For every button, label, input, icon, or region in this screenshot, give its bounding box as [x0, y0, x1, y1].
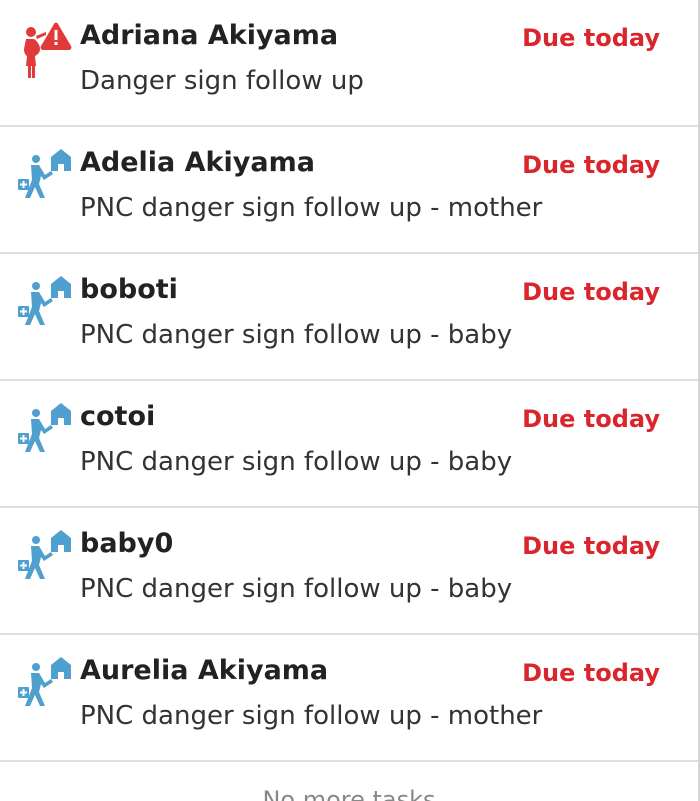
task-title: PNC danger sign follow up - mother	[80, 193, 543, 223]
task-item[interactable]: boboti Due today PNC danger sign follow …	[0, 254, 698, 381]
due-date-label: Due today	[522, 24, 660, 52]
due-date-label: Due today	[522, 151, 660, 179]
pnc-home-visit-icon	[16, 657, 74, 719]
pnc-home-visit-icon	[16, 403, 74, 465]
due-date-label: Due today	[522, 405, 660, 433]
contact-name: baby0	[80, 528, 174, 559]
task-item[interactable]: Adriana Akiyama Due today Danger sign fo…	[0, 0, 698, 127]
pnc-home-visit-icon	[16, 276, 74, 338]
task-title: Danger sign follow up	[80, 66, 364, 96]
task-item[interactable]: baby0 Due today PNC danger sign follow u…	[0, 508, 698, 635]
task-title: PNC danger sign follow up - mother	[80, 701, 543, 731]
due-date-label: Due today	[522, 278, 660, 306]
task-item[interactable]: Adelia Akiyama Due today PNC danger sign…	[0, 127, 698, 254]
task-item[interactable]: cotoi Due today PNC danger sign follow u…	[0, 381, 698, 508]
task-item[interactable]: Aurelia Akiyama Due today PNC danger sig…	[0, 635, 698, 762]
contact-name: Aurelia Akiyama	[80, 655, 329, 686]
task-title: PNC danger sign follow up - baby	[80, 574, 513, 604]
contact-name: Adriana Akiyama	[80, 20, 339, 51]
no-more-tasks-label: No more tasks	[262, 786, 436, 801]
pnc-home-visit-icon	[16, 149, 74, 211]
task-title: PNC danger sign follow up - baby	[80, 320, 513, 350]
contact-name: cotoi	[80, 401, 156, 432]
due-date-label: Due today	[522, 532, 660, 560]
task-title: PNC danger sign follow up - baby	[80, 447, 513, 477]
pregnancy-danger-icon	[16, 22, 74, 84]
task-list: Adriana Akiyama Due today Danger sign fo…	[0, 0, 700, 801]
contact-name: Adelia Akiyama	[80, 147, 315, 178]
pnc-home-visit-icon	[16, 530, 74, 592]
contact-name: boboti	[80, 274, 178, 305]
due-date-label: Due today	[522, 659, 660, 687]
